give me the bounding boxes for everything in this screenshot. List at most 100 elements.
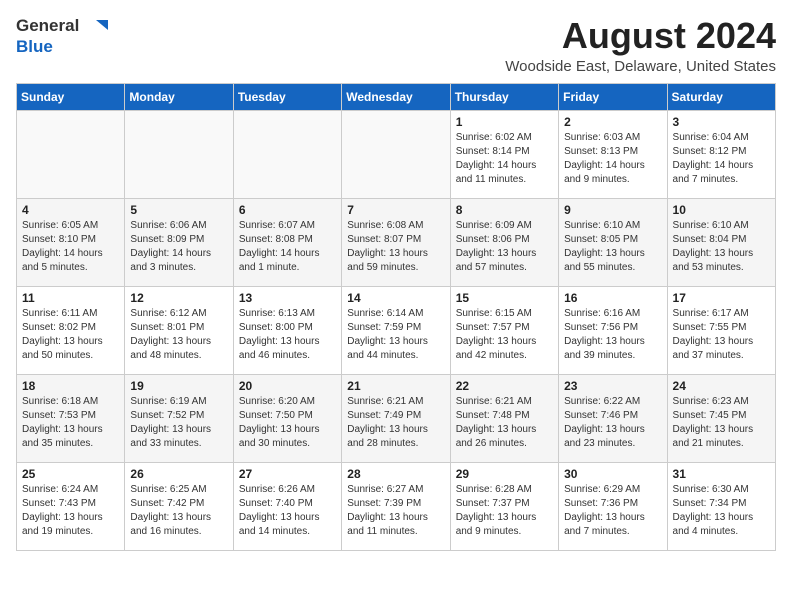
day-number: 25 (22, 467, 119, 481)
day-number: 4 (22, 203, 119, 217)
col-header-monday: Monday (125, 83, 233, 110)
day-number: 14 (347, 291, 444, 305)
cell-info: Sunrise: 6:25 AMSunset: 7:42 PMDaylight:… (130, 483, 227, 539)
day-number: 21 (347, 379, 444, 393)
calendar-cell: 1 Sunrise: 6:02 AMSunset: 8:14 PMDaylight… (450, 110, 558, 198)
day-number: 7 (347, 203, 444, 217)
calendar-cell: 9 Sunrise: 6:10 AMSunset: 8:05 PMDaylight… (559, 198, 667, 286)
cell-info: Sunrise: 6:03 AMSunset: 8:13 PMDaylight:… (564, 131, 661, 187)
logo-general: General (16, 16, 79, 35)
logo: General Blue (16, 16, 108, 57)
day-number: 29 (456, 467, 553, 481)
day-number: 26 (130, 467, 227, 481)
day-number: 27 (239, 467, 336, 481)
day-number: 2 (564, 115, 661, 129)
day-number: 12 (130, 291, 227, 305)
calendar-table: SundayMondayTuesdayWednesdayThursdayFrid… (16, 83, 776, 551)
calendar-cell: 29 Sunrise: 6:28 AMSunset: 7:37 PMDayligh… (450, 462, 558, 550)
calendar-cell: 13 Sunrise: 6:13 AMSunset: 8:00 PMDayligh… (233, 286, 341, 374)
calendar-cell (233, 110, 341, 198)
calendar-cell: 11Sunrise: 6:11 AMSunset: 8:02 PMDayligh… (17, 286, 125, 374)
calendar-cell: 5 Sunrise: 6:06 AMSunset: 8:09 PMDaylight… (125, 198, 233, 286)
cell-info: Sunrise: 6:10 AMSunset: 8:04 PMDaylight:… (673, 219, 770, 275)
title-area: August 2024 Woodside East, Delaware, Uni… (505, 16, 776, 75)
col-header-saturday: Saturday (667, 83, 775, 110)
calendar-cell: 15Sunrise: 6:15 AMSunset: 7:57 PMDayligh… (450, 286, 558, 374)
cell-info: Sunrise: 6:19 AMSunset: 7:52 PMDaylight:… (130, 395, 227, 451)
cell-info: Sunrise: 6:13 AMSunset: 8:00 PMDaylight:… (239, 307, 336, 363)
calendar-cell: 18 Sunrise: 6:18 AMSunset: 7:53 PMDayligh… (17, 374, 125, 462)
week-row-4: 18 Sunrise: 6:18 AMSunset: 7:53 PMDayligh… (17, 374, 776, 462)
cell-info: Sunrise: 6:20 AMSunset: 7:50 PMDaylight:… (239, 395, 336, 451)
calendar-cell: 10 Sunrise: 6:10 AMSunset: 8:04 PMDayligh… (667, 198, 775, 286)
cell-info: Sunrise: 6:21 AMSunset: 7:49 PMDaylight:… (347, 395, 444, 451)
cell-info: Sunrise: 6:27 AMSunset: 7:39 PMDaylight:… (347, 483, 444, 539)
week-row-3: 11Sunrise: 6:11 AMSunset: 8:02 PMDayligh… (17, 286, 776, 374)
col-header-tuesday: Tuesday (233, 83, 341, 110)
col-header-wednesday: Wednesday (342, 83, 450, 110)
day-number: 8 (456, 203, 553, 217)
col-header-thursday: Thursday (450, 83, 558, 110)
calendar-cell: 6 Sunrise: 6:07 AMSunset: 8:08 PMDaylight… (233, 198, 341, 286)
cell-info: Sunrise: 6:21 AMSunset: 7:48 PMDaylight:… (456, 395, 553, 451)
day-number: 5 (130, 203, 227, 217)
cell-info: Sunrise: 6:28 AMSunset: 7:37 PMDaylight:… (456, 483, 553, 539)
cell-info: Sunrise: 6:29 AMSunset: 7:36 PMDaylight:… (564, 483, 661, 539)
calendar-cell: 2 Sunrise: 6:03 AMSunset: 8:13 PMDaylight… (559, 110, 667, 198)
header-row: SundayMondayTuesdayWednesdayThursdayFrid… (17, 83, 776, 110)
logo-bird-icon (86, 16, 108, 38)
day-number: 13 (239, 291, 336, 305)
day-number: 23 (564, 379, 661, 393)
cell-info: Sunrise: 6:05 AMSunset: 8:10 PMDaylight:… (22, 219, 119, 275)
cell-info: Sunrise: 6:26 AMSunset: 7:40 PMDaylight:… (239, 483, 336, 539)
day-number: 19 (130, 379, 227, 393)
cell-info: Sunrise: 6:30 AMSunset: 7:34 PMDaylight:… (673, 483, 770, 539)
col-header-friday: Friday (559, 83, 667, 110)
calendar-cell: 20Sunrise: 6:20 AMSunset: 7:50 PMDayligh… (233, 374, 341, 462)
cell-info: Sunrise: 6:23 AMSunset: 7:45 PMDaylight:… (673, 395, 770, 451)
cell-info: Sunrise: 6:22 AMSunset: 7:46 PMDaylight:… (564, 395, 661, 451)
cell-info: Sunrise: 6:16 AMSunset: 7:56 PMDaylight:… (564, 307, 661, 363)
calendar-cell: 27 Sunrise: 6:26 AMSunset: 7:40 PMDayligh… (233, 462, 341, 550)
calendar-cell: 17 Sunrise: 6:17 AMSunset: 7:55 PMDayligh… (667, 286, 775, 374)
day-number: 18 (22, 379, 119, 393)
cell-info: Sunrise: 6:12 AMSunset: 8:01 PMDaylight:… (130, 307, 227, 363)
calendar-cell: 24Sunrise: 6:23 AMSunset: 7:45 PMDayligh… (667, 374, 775, 462)
day-number: 6 (239, 203, 336, 217)
cell-info: Sunrise: 6:17 AMSunset: 7:55 PMDaylight:… (673, 307, 770, 363)
calendar-cell: 26 Sunrise: 6:25 AMSunset: 7:42 PMDayligh… (125, 462, 233, 550)
day-number: 15 (456, 291, 553, 305)
day-number: 17 (673, 291, 770, 305)
calendar-cell: 23 Sunrise: 6:22 AMSunset: 7:46 PMDayligh… (559, 374, 667, 462)
cell-info: Sunrise: 6:06 AMSunset: 8:09 PMDaylight:… (130, 219, 227, 275)
month-title: August 2024 (505, 16, 776, 56)
cell-info: Sunrise: 6:09 AMSunset: 8:06 PMDaylight:… (456, 219, 553, 275)
week-row-1: 1 Sunrise: 6:02 AMSunset: 8:14 PMDaylight… (17, 110, 776, 198)
calendar-cell: 4 Sunrise: 6:05 AMSunset: 8:10 PMDaylight… (17, 198, 125, 286)
col-header-sunday: Sunday (17, 83, 125, 110)
calendar-cell (17, 110, 125, 198)
header: General Blue August 2024 Woodside East, … (16, 16, 776, 75)
cell-info: Sunrise: 6:14 AMSunset: 7:59 PMDaylight:… (347, 307, 444, 363)
day-number: 16 (564, 291, 661, 305)
day-number: 1 (456, 115, 553, 129)
logo-blue: Blue (16, 37, 53, 56)
day-number: 28 (347, 467, 444, 481)
calendar-cell: 16 Sunrise: 6:16 AMSunset: 7:56 PMDayligh… (559, 286, 667, 374)
calendar-cell: 12 Sunrise: 6:12 AMSunset: 8:01 PMDayligh… (125, 286, 233, 374)
calendar-cell: 25Sunrise: 6:24 AMSunset: 7:43 PMDayligh… (17, 462, 125, 550)
cell-info: Sunrise: 6:07 AMSunset: 8:08 PMDaylight:… (239, 219, 336, 275)
calendar-cell: 14 Sunrise: 6:14 AMSunset: 7:59 PMDayligh… (342, 286, 450, 374)
day-number: 31 (673, 467, 770, 481)
calendar-cell (125, 110, 233, 198)
day-number: 10 (673, 203, 770, 217)
day-number: 30 (564, 467, 661, 481)
calendar-cell: 7Sunrise: 6:08 AMSunset: 8:07 PMDaylight… (342, 198, 450, 286)
cell-info: Sunrise: 6:10 AMSunset: 8:05 PMDaylight:… (564, 219, 661, 275)
cell-info: Sunrise: 6:02 AMSunset: 8:14 PMDaylight:… (456, 131, 553, 187)
cell-info: Sunrise: 6:18 AMSunset: 7:53 PMDaylight:… (22, 395, 119, 451)
calendar-cell: 28 Sunrise: 6:27 AMSunset: 7:39 PMDayligh… (342, 462, 450, 550)
cell-info: Sunrise: 6:04 AMSunset: 8:12 PMDaylight:… (673, 131, 770, 187)
calendar-cell: 22Sunrise: 6:21 AMSunset: 7:48 PMDayligh… (450, 374, 558, 462)
day-number: 9 (564, 203, 661, 217)
